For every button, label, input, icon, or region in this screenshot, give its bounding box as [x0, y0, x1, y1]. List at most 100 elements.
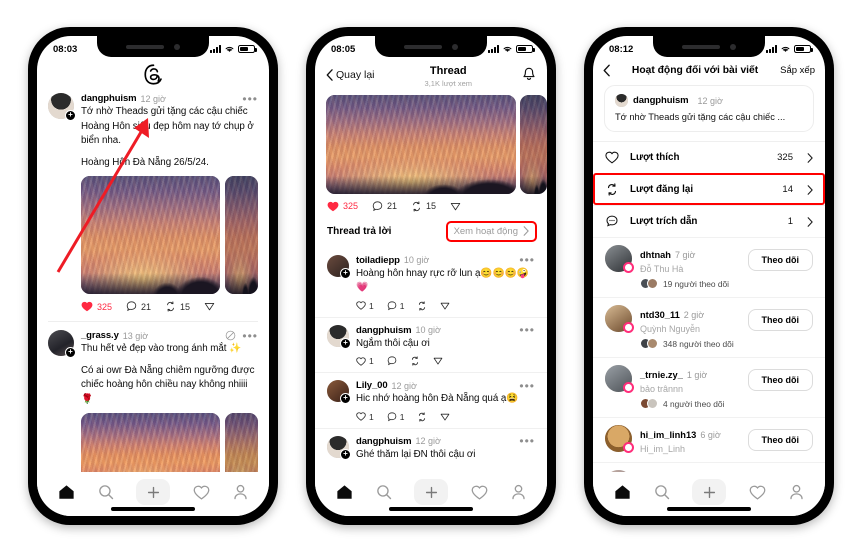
comment-button[interactable]: 1: [387, 301, 404, 311]
home-icon[interactable]: [336, 484, 353, 500]
thread-photos[interactable]: [315, 94, 547, 194]
reply-username[interactable]: dangphuism: [356, 325, 412, 336]
stat-row-quotes[interactable]: Lượt trích dẫn 1: [593, 205, 825, 237]
avatar[interactable]: +: [327, 324, 351, 349]
reply-username[interactable]: dangphuism: [356, 436, 412, 447]
phone2-header: Quay lại Thread 3,1K lượt xem: [315, 60, 547, 95]
follow-button[interactable]: Theo dõi: [747, 369, 813, 391]
like-button[interactable]: 325: [81, 301, 112, 312]
post-photo[interactable]: [81, 176, 220, 294]
post-photo[interactable]: [81, 413, 220, 472]
follow-plus-icon[interactable]: +: [65, 110, 76, 121]
avatar[interactable]: [605, 470, 632, 472]
like-button[interactable]: 1: [356, 301, 374, 311]
reply-username[interactable]: Lily_00: [356, 380, 388, 391]
not-interested-icon[interactable]: [225, 330, 236, 341]
user-username[interactable]: _trnie.zy_: [640, 370, 683, 380]
avatar[interactable]: +: [48, 93, 76, 121]
profile-icon[interactable]: [789, 484, 804, 500]
reply-menu-icon[interactable]: •••: [519, 435, 535, 447]
reply-text: Ngắm thôi cậu ơi: [356, 337, 430, 349]
repost-button[interactable]: 15: [411, 201, 436, 212]
share-button[interactable]: [440, 301, 450, 311]
follow-button[interactable]: Theo dõi: [747, 249, 813, 271]
follow-plus-icon[interactable]: +: [340, 393, 351, 405]
reply-menu-icon[interactable]: •••: [519, 254, 535, 266]
post-username[interactable]: _grass.y: [81, 330, 119, 341]
post-menu-icon[interactable]: •••: [242, 330, 258, 342]
home-icon[interactable]: [58, 484, 75, 500]
search-icon[interactable]: [98, 484, 114, 500]
create-icon[interactable]: [692, 479, 727, 505]
activity-icon[interactable]: [193, 485, 210, 500]
reply-item: + dangphuism 12 giờ ••• Ghé thăm lại ĐN …: [315, 429, 547, 469]
reply-menu-icon[interactable]: •••: [519, 380, 535, 392]
thread-actions[interactable]: 325 21 15: [327, 201, 547, 212]
view-activity-button[interactable]: Xem hoạt động: [445, 220, 538, 242]
stat-row-likes[interactable]: Lượt thích 325: [593, 141, 825, 173]
user-username[interactable]: ntd30_11: [640, 310, 680, 320]
home-icon[interactable]: [614, 484, 631, 500]
search-icon[interactable]: [376, 484, 392, 500]
reply-menu-icon[interactable]: •••: [519, 324, 535, 336]
quote-username[interactable]: dangphuism: [633, 95, 689, 106]
follow-button[interactable]: Theo dõi: [747, 309, 813, 331]
avatar[interactable]: +: [48, 330, 76, 358]
avatar[interactable]: [605, 305, 634, 333]
follow-button[interactable]: Theo dõi: [747, 429, 813, 451]
like-button[interactable]: 325: [327, 201, 358, 212]
like-button[interactable]: 1: [356, 356, 374, 366]
post-menu-icon[interactable]: •••: [242, 93, 258, 105]
avatar[interactable]: +: [327, 435, 351, 460]
repost-button[interactable]: [417, 412, 427, 422]
user-username[interactable]: hi_im_linh13: [640, 430, 696, 440]
share-button[interactable]: [433, 356, 443, 366]
post-username[interactable]: dangphuism: [81, 93, 137, 104]
avatar[interactable]: +: [327, 254, 351, 279]
create-icon[interactable]: [414, 479, 449, 505]
share-button[interactable]: [204, 301, 215, 312]
post-photo-next[interactable]: [224, 413, 258, 472]
follow-plus-icon[interactable]: +: [340, 337, 351, 349]
profile-icon[interactable]: [511, 484, 526, 500]
post-actions[interactable]: 325 21 15: [81, 301, 258, 312]
avatar[interactable]: [605, 245, 634, 273]
follow-plus-icon[interactable]: +: [340, 267, 351, 279]
repost-button[interactable]: 15: [165, 301, 190, 312]
reply-username[interactable]: toiladiepp: [356, 255, 400, 266]
comment-button[interactable]: 21: [126, 301, 151, 312]
comment-button[interactable]: 1: [387, 412, 404, 422]
avatar[interactable]: +: [327, 380, 351, 405]
share-button[interactable]: [440, 412, 450, 422]
avatar[interactable]: [605, 425, 634, 453]
thread-photo-next[interactable]: [519, 94, 547, 194]
follow-plus-icon[interactable]: +: [65, 347, 76, 358]
user-username[interactable]: dhtnah: [640, 250, 671, 260]
sort-button[interactable]: Sắp xếp: [780, 65, 815, 76]
avatar[interactable]: [605, 365, 634, 393]
quoted-post-card[interactable]: dangphuism 12 giờ Tớ nhờ Theads gửi tặng…: [604, 85, 814, 132]
reply-list[interactable]: + toiladiepp 10 giờ ••• Hoàng hôn hnay r…: [315, 248, 547, 469]
phone3-activity-body[interactable]: dangphuism 12 giờ Tớ nhờ Theads gửi tặng…: [593, 85, 825, 472]
phone1-feed[interactable]: + dangphuism 12 giờ ••• Tớ nhờ Theads gử…: [37, 91, 269, 472]
phone2-thread-body[interactable]: 325 21 15 Thread trả lời Xem hoạt động +…: [315, 94, 547, 472]
activity-icon[interactable]: [749, 485, 766, 500]
comment-button[interactable]: [387, 356, 397, 366]
activity-icon[interactable]: [471, 485, 488, 500]
repost-button[interactable]: [417, 301, 427, 311]
post-photo-next[interactable]: [224, 176, 258, 294]
back-button[interactable]: Quay lại: [326, 69, 375, 81]
like-button[interactable]: 1: [356, 412, 374, 422]
comment-button[interactable]: 21: [372, 201, 397, 212]
threads-logo[interactable]: [37, 60, 269, 91]
follow-plus-icon[interactable]: +: [340, 448, 351, 460]
thread-photo[interactable]: [326, 94, 516, 194]
profile-icon[interactable]: [233, 484, 248, 500]
bell-icon[interactable]: [522, 67, 536, 82]
chevron-left-icon[interactable]: [603, 64, 610, 77]
repost-button[interactable]: [410, 356, 420, 366]
stat-row-reposts[interactable]: Lượt đăng lại 14: [593, 173, 825, 205]
create-icon[interactable]: [136, 479, 171, 505]
share-button[interactable]: [450, 201, 461, 212]
search-icon[interactable]: [654, 484, 670, 500]
